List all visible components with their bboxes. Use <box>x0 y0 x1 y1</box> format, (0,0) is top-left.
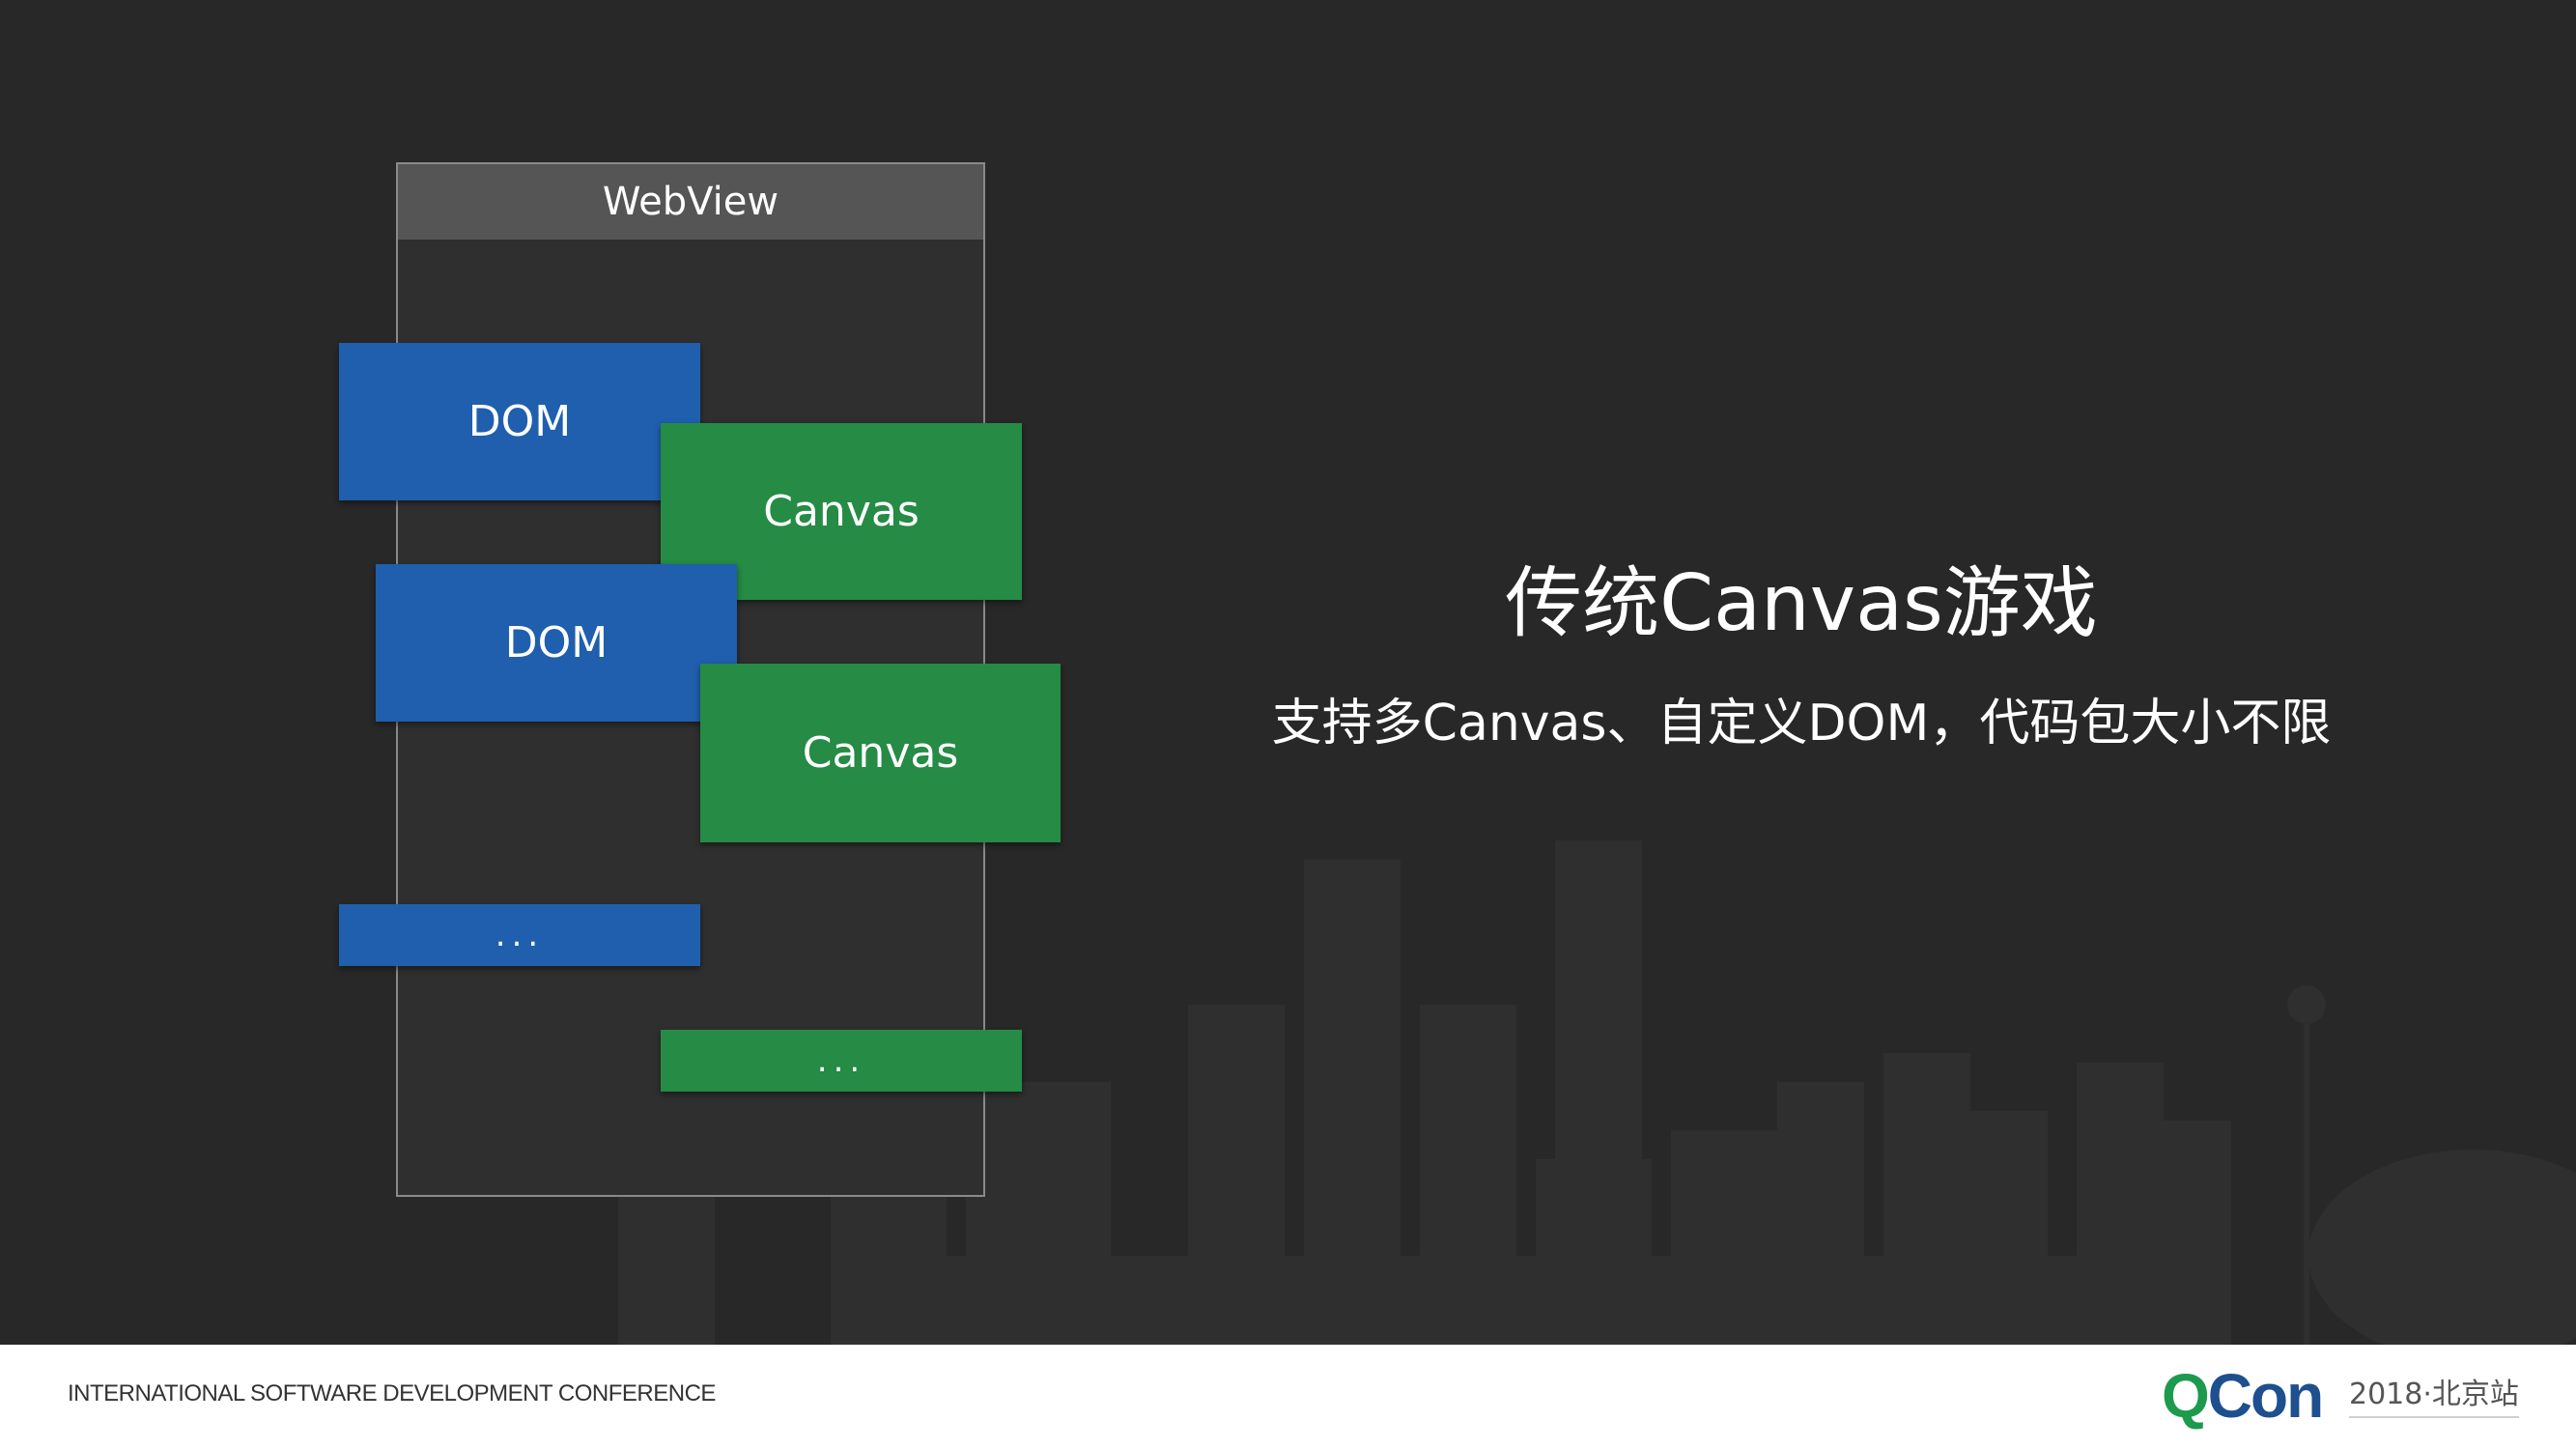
slide-subtitle: 支持多Canvas、自定义DOM，代码包大小不限 <box>1271 695 2332 753</box>
canvas-box-more: ... <box>661 1030 1022 1092</box>
canvas-box-2: Canvas <box>700 664 1061 842</box>
edition-label: 2018·北京站 <box>2349 1370 2519 1418</box>
qcon-logo: QCon <box>2162 1361 2324 1431</box>
conference-name: INTERNATIONAL SOFTWARE DEVELOPMENT CONFE… <box>68 1380 716 1406</box>
logo-q: Q <box>2162 1361 2210 1431</box>
webview-header: WebView <box>398 164 983 240</box>
logo-con: Con <box>2207 1361 2324 1431</box>
footer-bar: INTERNATIONAL SOFTWARE DEVELOPMENT CONFE… <box>0 1345 2576 1449</box>
dom-box-2: DOM <box>376 564 737 722</box>
slide: WebView DOM Canvas DOM Canvas ... ... 传统… <box>0 0 2576 1345</box>
slide-title: 传统Canvas游戏 <box>1505 558 2098 648</box>
dom-box-more: ... <box>339 904 700 966</box>
dom-box-1: DOM <box>339 343 700 500</box>
